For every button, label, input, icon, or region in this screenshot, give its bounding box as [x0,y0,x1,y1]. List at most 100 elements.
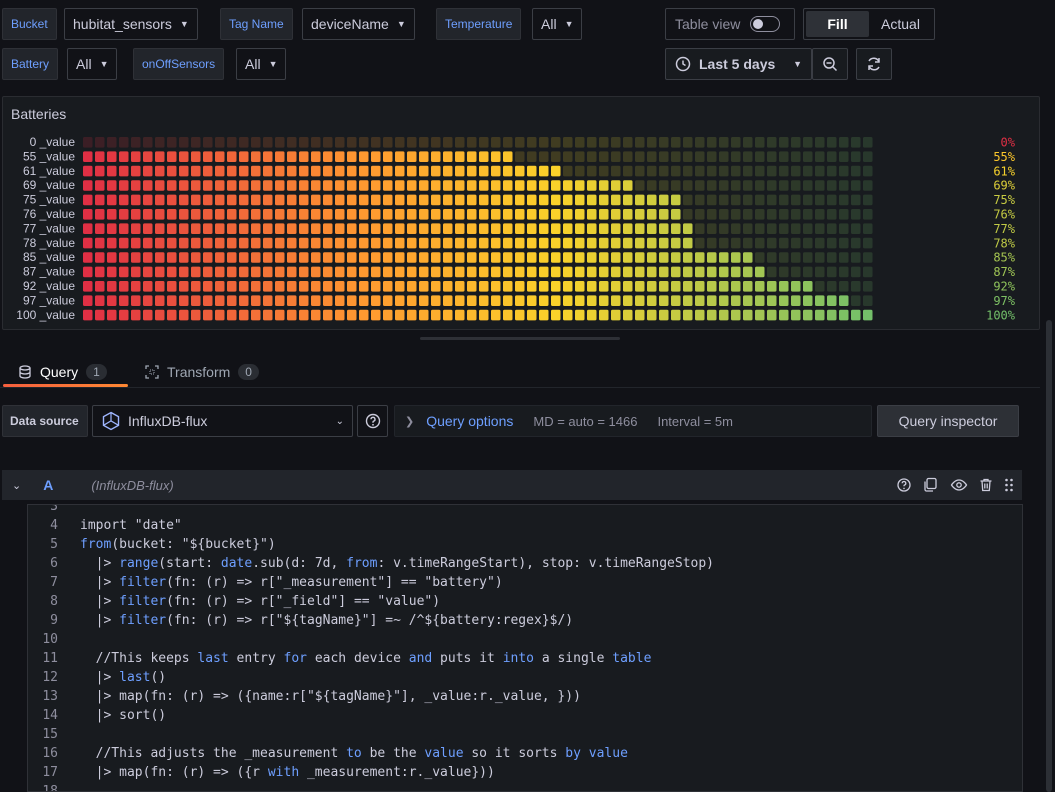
time-range-picker[interactable]: Last 5 days ▼ [665,48,812,80]
gauge-value-label: 75% [993,193,1015,207]
gauge-cell-lit [155,151,165,162]
gauge-cell-lit [575,194,585,206]
duplicate-icon[interactable] [922,477,940,493]
code-line[interactable]: 11 //This keeps last entry for each devi… [28,649,1022,668]
tab-transform[interactable]: Transform 0 [145,356,259,388]
code-text[interactable]: |> range(start: date.sub(d: 7d, from: v.… [80,556,714,571]
query-row-header[interactable]: ⌄ A (InfluxDB-flux) [2,470,1022,500]
trash-icon[interactable] [978,477,994,493]
code-line[interactable]: 8 |> filter(fn: (r) => r["_field"] == "v… [28,592,1022,611]
code-text[interactable]: |> filter(fn: (r) => r["${tagName}"] =~ … [80,613,573,628]
help-icon[interactable] [896,477,912,493]
drag-handle-icon[interactable] [1004,477,1014,493]
gauge-cell-lit [551,281,561,292]
gauge-cell-lit [515,223,525,234]
gauge-cell-lit [143,223,153,234]
gauge-cell-lit [299,209,309,220]
fill-option[interactable]: Fill [806,11,869,37]
battery-variable-select[interactable]: All ▼ [67,48,118,80]
gauge-cell-lit [395,266,405,278]
panel-resize-handle[interactable] [420,337,620,340]
gauge-cell-unlit [743,165,753,177]
gauge-cell-unlit [839,281,849,292]
zoom-out-button[interactable] [812,48,848,80]
bucket-variable-select[interactable]: hubitat_sensors ▼ [64,8,198,40]
gauge-cell-lit [299,309,309,321]
collapse-chevron-icon[interactable]: ⌄ [12,479,21,492]
gauge-cell-unlit [851,252,861,263]
code-line[interactable]: 4 import "date" [28,516,1022,535]
code-text[interactable]: //This keeps last entry for each device … [80,651,652,666]
code-text[interactable]: from(bucket: "${bucket}") [80,537,276,552]
code-line[interactable]: 5 from(bucket: "${bucket}") [28,535,1022,554]
code-line[interactable]: 15 [28,725,1022,744]
gauge-cell-lit [419,252,429,263]
code-line[interactable]: 14 |> sort() [28,706,1022,725]
gauge-row-label: 69 _value [23,178,75,192]
flux-query-editor[interactable]: 3 4 import "date" 5 from(bucket: "${bucket}"… [27,504,1023,792]
gauge-cell-unlit [731,237,741,249]
code-text[interactable]: |> filter(fn: (r) => r["_field"] == "val… [80,594,440,609]
code-line[interactable]: 16 //This adjusts the _measurement to be… [28,744,1022,763]
line-number: 14 [42,708,58,723]
code-line[interactable]: 12 |> last() [28,668,1022,687]
gauge-cell-unlit [827,223,837,234]
code-line[interactable]: 6 |> range(start: date.sub(d: 7d, from: … [28,554,1022,573]
data-source-help-button[interactable] [357,405,388,437]
code-text[interactable]: |> last() [80,670,166,685]
gauge-cell-unlit [767,266,777,278]
gauge-cell-unlit [755,194,765,206]
code-text[interactable]: |> map(fn: (r) => ({r with _measurement:… [80,765,495,780]
query-ref-id[interactable]: A [43,477,53,493]
code-text[interactable]: |> map(fn: (r) => ({name:r["${tagName}"]… [80,689,581,704]
gauge-cell-lit [143,252,153,263]
gauge-cell-lit [275,165,285,177]
eye-icon[interactable] [950,477,968,493]
gauge-cell-unlit [863,295,873,306]
gauge-cell-lit [803,281,813,292]
gauge-cell-lit [599,180,609,191]
code-text[interactable]: |> filter(fn: (r) => r["_measurement"] =… [80,575,503,590]
code-line[interactable]: 17 |> map(fn: (r) => ({r with _measureme… [28,763,1022,782]
code-text[interactable]: import "date" [80,518,182,533]
refresh-button[interactable] [856,48,892,80]
gauge-cell-lit [95,151,105,162]
data-source-picker[interactable]: InfluxDB-flux ⌄ [92,405,353,437]
tag-name-variable-select[interactable]: deviceName ▼ [302,8,415,40]
code-line[interactable]: 18 [28,782,1022,791]
gauge-cell-lit [515,165,525,177]
on-off-variable-value: All [245,56,261,72]
gauge-cell-lit [575,281,585,292]
gauge-cell-lit [359,281,369,292]
query-options-toggle[interactable]: ❯ Query options MD = auto = 1466 Interva… [394,405,872,437]
code-text[interactable]: |> sort() [80,708,166,723]
gauge-cell-unlit [563,151,573,162]
gauge-cell-lit [659,194,669,206]
gauge-cell-lit [551,295,561,306]
code-line[interactable]: 3 [28,505,1022,516]
table-view-toggle[interactable]: Table view [665,8,795,40]
gauge-cell-lit [479,237,489,249]
page-scrollbar[interactable] [1046,320,1052,792]
gauge-cell-lit [131,223,141,234]
table-view-switch[interactable] [750,16,781,32]
data-source-label: Data source [2,405,88,437]
gauge-row-label: 75 _value [23,193,75,207]
code-line[interactable]: 7 |> filter(fn: (r) => r["_measurement"]… [28,573,1022,592]
gauge-cell-lit [659,266,669,278]
gauge-cell-lit [131,237,141,249]
on-off-variable-select[interactable]: All ▼ [236,48,287,80]
gauge-cell-unlit [443,137,453,148]
code-line[interactable]: 13 |> map(fn: (r) => ({name:r["${tagName… [28,687,1022,706]
temperature-variable-select[interactable]: All ▼ [532,8,583,40]
code-line[interactable]: 9 |> filter(fn: (r) => r["${tagName}"] =… [28,611,1022,630]
gauge-cell-lit [647,295,657,306]
query-inspector-button[interactable]: Query inspector [877,405,1019,437]
code-text[interactable]: //This adjusts the _measurement to be th… [80,746,628,761]
gauge-cell-lit [467,309,477,321]
gauge-cell-lit [227,151,237,162]
gauge-cell-lit [215,266,225,278]
code-line[interactable]: 10 [28,630,1022,649]
gauge-cell-lit [359,237,369,249]
actual-option[interactable]: Actual [869,11,932,37]
